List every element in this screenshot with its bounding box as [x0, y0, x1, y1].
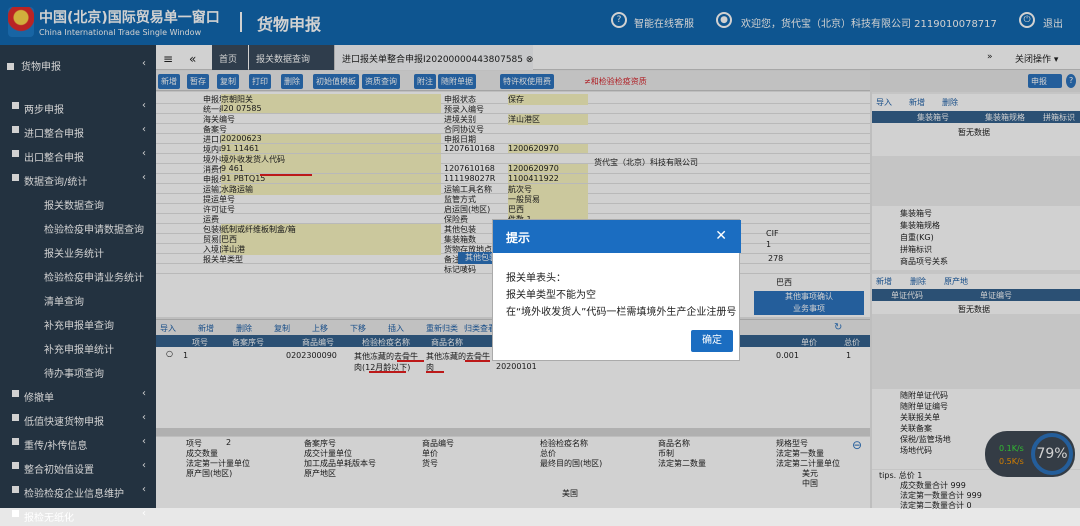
dialog-header: 提示 ✕ [493, 220, 741, 253]
dialog-line-3: 在“境外收发货人”代码一栏需填境外生产企业注册号 [506, 307, 737, 318]
dialog-line-2: 报关单类型不能为空 [506, 290, 596, 301]
menu-bullet-icon [12, 510, 19, 517]
dialog-title: 提示 [506, 231, 531, 245]
dialog-line-1: 报关单表头： [506, 273, 566, 284]
confirm-button[interactable]: 确定 [691, 330, 733, 352]
close-icon[interactable]: ✕ [715, 228, 727, 244]
chevron-left-icon: ‹ [142, 508, 146, 519]
alert-dialog: 提示 ✕ 报关单表头： 报关单类型不能为空 在“境外收发货人”代码一栏需填境外生… [492, 219, 741, 361]
